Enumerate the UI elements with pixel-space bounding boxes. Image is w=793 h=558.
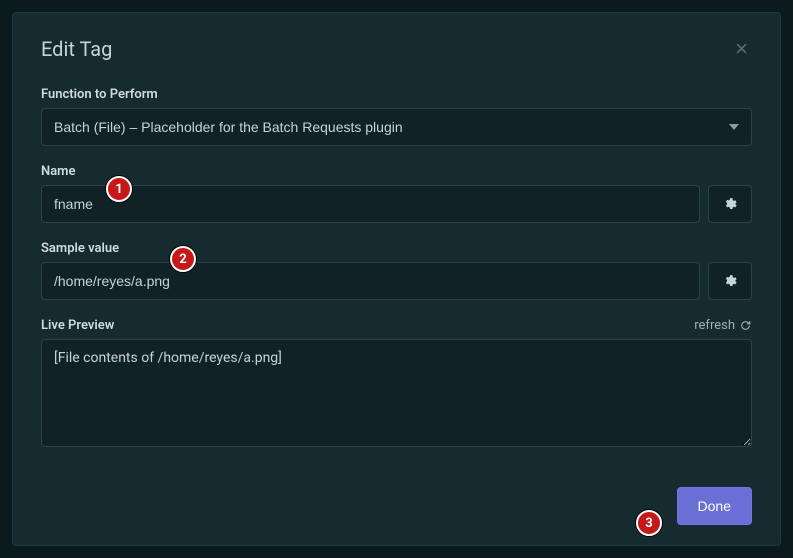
refresh-link[interactable]: refresh — [694, 318, 752, 333]
gear-icon — [723, 274, 737, 288]
refresh-icon — [739, 319, 752, 332]
annotation-marker-1: 1 — [106, 176, 132, 202]
function-select[interactable]: Batch (File) – Placeholder for the Batch… — [41, 108, 752, 146]
name-label: Name — [41, 164, 75, 179]
refresh-label: refresh — [694, 318, 735, 333]
modal-title: Edit Tag — [41, 37, 112, 61]
annotation-marker-2: 2 — [170, 246, 196, 272]
preview-label: Live Preview — [41, 318, 114, 333]
gear-icon — [723, 197, 737, 211]
modal-header: Edit Tag × — [41, 37, 752, 61]
annotation-marker-3: 3 — [636, 510, 662, 536]
close-button[interactable]: × — [731, 38, 752, 60]
name-group: Name — [41, 164, 752, 223]
name-input[interactable] — [41, 185, 700, 223]
sample-settings-button[interactable] — [708, 262, 752, 300]
done-button[interactable]: Done — [677, 487, 752, 525]
close-icon: × — [735, 36, 748, 61]
sample-label: Sample value — [41, 241, 119, 256]
name-settings-button[interactable] — [708, 185, 752, 223]
function-label: Function to Perform — [41, 87, 158, 102]
sample-input[interactable] — [41, 262, 700, 300]
function-group: Function to Perform Batch (File) – Place… — [41, 87, 752, 146]
preview-textarea[interactable]: [File contents of /home/reyes/a.png] — [41, 339, 752, 447]
sample-group: Sample value — [41, 241, 752, 300]
preview-group: Live Preview refresh [File contents of /… — [41, 318, 752, 451]
edit-tag-modal: Edit Tag × Function to Perform Batch (Fi… — [12, 12, 781, 546]
